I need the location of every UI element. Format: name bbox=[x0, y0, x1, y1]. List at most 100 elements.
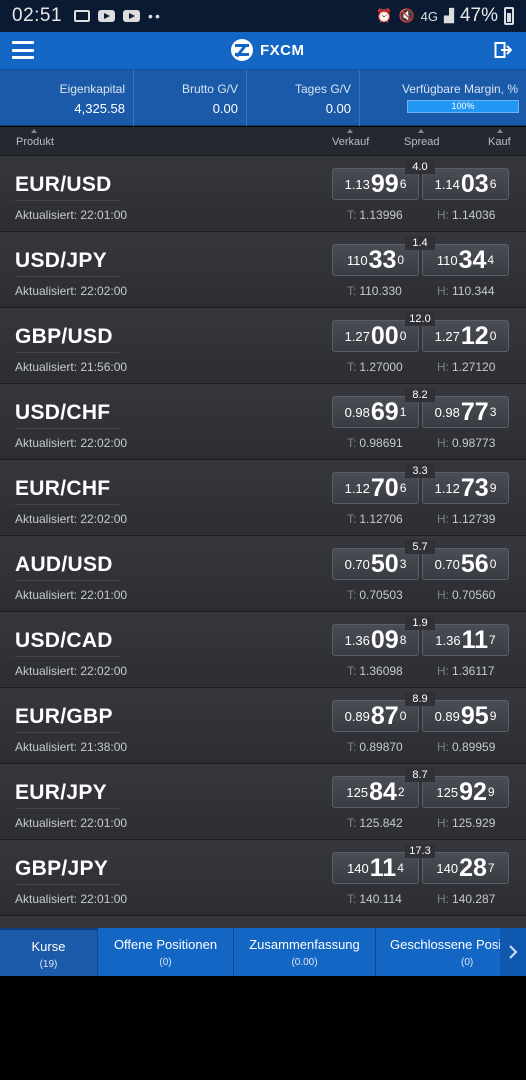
updated-time: Aktualisiert: 22:02:00 bbox=[15, 512, 128, 526]
col-spread[interactable]: Spread bbox=[404, 136, 439, 148]
equity-cell: Eigenkapital 4,325.58 bbox=[0, 70, 134, 126]
margin-cell: Verfügbare Margin, % 100% bbox=[360, 70, 526, 126]
updated-time: Aktualisiert: 21:56:00 bbox=[15, 360, 128, 374]
daily-pl-cell: Tages G/V 0.00 bbox=[247, 70, 360, 126]
low-price: T: 0.70503 bbox=[347, 588, 403, 602]
buy-button[interactable]: 0.98 77 3 bbox=[422, 396, 509, 428]
quote-row-partial[interactable] bbox=[0, 916, 526, 928]
instrument-name: GBP/USD bbox=[15, 325, 113, 348]
equity-label: Eigenkapital bbox=[59, 82, 125, 96]
battery-percent: 47% bbox=[459, 5, 498, 26]
high-price: H: 1.12739 bbox=[437, 512, 496, 526]
buy-button[interactable]: 1.36 11 7 bbox=[422, 624, 509, 656]
spread-value: 12.0 bbox=[405, 312, 435, 326]
spread-value: 8.2 bbox=[405, 388, 435, 402]
low-price: T: 110.330 bbox=[347, 284, 402, 298]
network-type: 4G bbox=[420, 8, 438, 24]
sort-indicator-icon bbox=[497, 129, 503, 133]
quote-row[interactable]: GBP/USD Aktualisiert: 21:56:00 1.27 00 0 1… bbox=[0, 308, 526, 384]
quote-row[interactable]: GBP/JPY Aktualisiert: 22:01:00 140 11 4 14… bbox=[0, 840, 526, 916]
updated-time: Aktualisiert: 22:02:00 bbox=[15, 664, 128, 678]
instrument-name: GBP/JPY bbox=[15, 857, 109, 880]
quote-row[interactable]: EUR/GBP Aktualisiert: 21:38:00 0.89 87 0 0… bbox=[0, 688, 526, 764]
battery-icon bbox=[504, 7, 514, 25]
menu-button[interactable] bbox=[12, 41, 34, 59]
sort-indicator-icon bbox=[31, 129, 37, 133]
buy-button[interactable]: 110 34 4 bbox=[422, 244, 509, 276]
chevron-right-icon bbox=[509, 945, 518, 959]
logout-icon[interactable] bbox=[494, 41, 512, 59]
updated-time: Aktualisiert: 22:01:00 bbox=[15, 892, 128, 906]
mute-icon: 🔇 bbox=[398, 8, 415, 23]
low-price: T: 1.12706 bbox=[347, 512, 403, 526]
sort-indicator-icon bbox=[347, 129, 353, 133]
spread-value: 8.9 bbox=[405, 692, 435, 706]
buy-button[interactable]: 1.14 03 6 bbox=[422, 168, 509, 200]
alarm-icon: ⏰ bbox=[376, 8, 393, 23]
quote-row[interactable]: EUR/USD Aktualisiert: 22:01:00 1.13 99 6 1… bbox=[0, 156, 526, 232]
quote-row[interactable]: USD/JPY Aktualisiert: 22:02:00 110 33 0 11… bbox=[0, 232, 526, 308]
low-price: T: 1.27000 bbox=[347, 360, 403, 374]
quote-row[interactable]: USD/CAD Aktualisiert: 22:02:00 1.36 09 8 1… bbox=[0, 612, 526, 688]
buy-button[interactable]: 1.12 73 9 bbox=[422, 472, 509, 504]
gross-pl-value: 0.00 bbox=[212, 101, 238, 116]
daily-pl-label: Tages G/V bbox=[294, 82, 351, 96]
buy-button[interactable]: 125 92 9 bbox=[422, 776, 509, 808]
tab-open-positions[interactable]: Offene Positionen (0) bbox=[98, 928, 234, 976]
high-price: H: 1.14036 bbox=[437, 208, 496, 222]
instrument-name: EUR/JPY bbox=[15, 781, 107, 804]
gross-pl-cell: Brutto G/V 0.00 bbox=[134, 70, 247, 126]
high-price: H: 0.70560 bbox=[437, 588, 496, 602]
gross-pl-label: Brutto G/V bbox=[181, 82, 238, 96]
bottom-tab-bar: Kurse (19) Offene Positionen (0) Zusamme… bbox=[0, 928, 526, 976]
tab-summary[interactable]: Zusammenfassung (0.00) bbox=[234, 928, 376, 976]
quote-row[interactable]: EUR/JPY Aktualisiert: 22:01:00 125 84 2 12… bbox=[0, 764, 526, 840]
gallery-notification-icon bbox=[74, 10, 91, 22]
column-header: Produkt Verkauf Spread Kauf bbox=[0, 127, 526, 156]
col-buy[interactable]: Kauf bbox=[488, 136, 511, 148]
updated-time: Aktualisiert: 22:01:00 bbox=[15, 816, 128, 830]
instrument-name: USD/JPY bbox=[15, 249, 107, 272]
margin-label: Verfügbare Margin, % bbox=[401, 82, 518, 96]
low-price: T: 0.89870 bbox=[347, 740, 403, 754]
buy-button[interactable]: 0.89 95 9 bbox=[422, 700, 509, 732]
low-price: T: 1.36098 bbox=[347, 664, 403, 678]
buy-button[interactable]: 1.27 12 0 bbox=[422, 320, 509, 352]
spread-value: 17.3 bbox=[405, 844, 435, 858]
high-price: H: 1.27120 bbox=[437, 360, 496, 374]
low-price: T: 0.98691 bbox=[347, 436, 403, 450]
spread-value: 8.7 bbox=[405, 768, 435, 782]
app-header: FXCM bbox=[0, 32, 526, 70]
brand: FXCM bbox=[231, 39, 305, 61]
sort-indicator-icon bbox=[418, 129, 424, 133]
quote-list: EUR/USD Aktualisiert: 22:01:00 1.13 99 6 1… bbox=[0, 156, 526, 928]
quote-row[interactable]: AUD/USD Aktualisiert: 22:01:00 0.70 50 3 0… bbox=[0, 536, 526, 612]
low-price: T: 125.842 bbox=[347, 816, 403, 830]
instrument-name: AUD/USD bbox=[15, 553, 113, 576]
daily-pl-value: 0.00 bbox=[325, 101, 351, 116]
equity-value: 4,325.58 bbox=[74, 101, 125, 116]
scroll-tabs-right-button[interactable] bbox=[500, 928, 526, 976]
account-summary: Eigenkapital 4,325.58 Brutto G/V 0.00 Ta… bbox=[0, 70, 526, 126]
quote-row[interactable]: USD/CHF Aktualisiert: 22:02:00 0.98 69 1 0… bbox=[0, 384, 526, 460]
spread-value: 3.3 bbox=[405, 464, 435, 478]
tab-kurse[interactable]: Kurse (19) bbox=[0, 928, 98, 976]
instrument-name: USD/CAD bbox=[15, 629, 113, 652]
high-price: H: 125.929 bbox=[437, 816, 496, 830]
app-title: FXCM bbox=[260, 41, 305, 59]
updated-time: Aktualisiert: 21:38:00 bbox=[15, 740, 128, 754]
high-price: H: 1.36117 bbox=[437, 664, 495, 678]
buy-button[interactable]: 140 28 7 bbox=[422, 852, 509, 884]
buy-button[interactable]: 0.70 56 0 bbox=[422, 548, 509, 580]
system-nav-area bbox=[0, 976, 526, 1080]
updated-time: Aktualisiert: 22:02:00 bbox=[15, 436, 128, 450]
updated-time: Aktualisiert: 22:01:00 bbox=[15, 588, 128, 602]
col-sell[interactable]: Verkauf bbox=[332, 136, 369, 148]
updated-time: Aktualisiert: 22:01:00 bbox=[15, 208, 128, 222]
spread-value: 1.9 bbox=[405, 616, 435, 630]
margin-progress-bar: 100% bbox=[407, 100, 519, 113]
col-product[interactable]: Produkt bbox=[16, 136, 54, 148]
more-notifications-icon: •• bbox=[148, 8, 162, 24]
low-price: T: 140.114 bbox=[347, 892, 402, 906]
quote-row[interactable]: EUR/CHF Aktualisiert: 22:02:00 1.12 70 6 1… bbox=[0, 460, 526, 536]
